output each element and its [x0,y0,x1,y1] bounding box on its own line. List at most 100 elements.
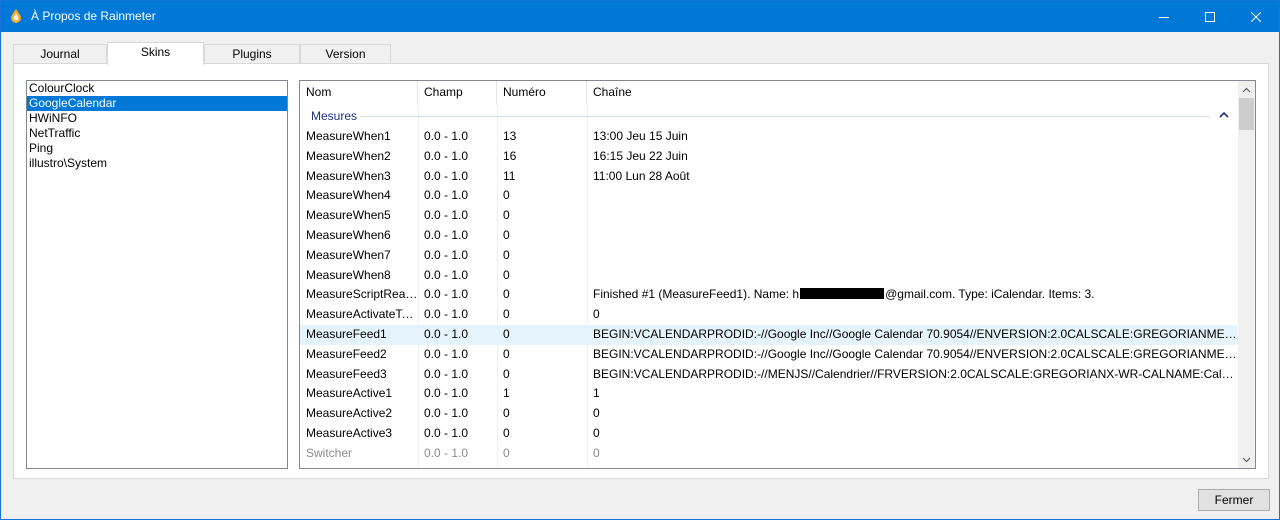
scrollbar-thumb[interactable] [1239,98,1254,130]
about-window: À Propos de Rainmeter Journal Skins Plug… [0,0,1280,520]
column-header-numero[interactable]: Numéro [497,81,587,105]
table-row[interactable]: Switcher 0.0 - 1.0 0 0 [300,444,1237,464]
table-row[interactable]: MeasureScriptRead... 0.0 - 1.0 0 Finished #… [300,285,1237,305]
minimize-icon [1159,16,1169,18]
tab-version[interactable]: Version [300,44,391,64]
window-title: À Propos de Rainmeter [31,9,156,23]
scroll-down-button[interactable] [1238,451,1255,468]
cell-numero: 0 [503,208,510,223]
cell-numero: 0 [503,326,510,341]
cell-chaine [587,206,1237,226]
table-row[interactable]: MeasureWhen7 0.0 - 1.0 0 [300,246,1237,266]
tab-journal[interactable]: Journal [13,44,107,64]
chevron-up-icon[interactable] [1218,109,1230,121]
column-header-chaine[interactable]: Chaîne [587,81,1237,105]
cell-nom: MeasureActive1 [306,386,393,401]
cell-numero: 0 [503,267,510,282]
cell-nom: MeasureFeed1 [306,326,387,341]
cell-champ: 0.0 - 1.0 [424,129,469,143]
maximize-icon [1205,11,1215,22]
cell-champ: 0.0 - 1.0 [424,366,469,381]
table-row[interactable]: MeasureWhen5 0.0 - 1.0 0 [300,206,1237,226]
cell-chaine: BEGIN:VCALENDARPRODID:-//MENJS//Calendri… [593,366,1237,381]
cell-champ: 0.0 - 1.0 [424,247,469,262]
cell-nom: MeasureActive3 [306,425,393,440]
cell-chaine: 0 [593,425,600,440]
measures-table[interactable]: Nom Champ Numéro Chaîne Mesures MeasureW… [299,80,1256,469]
cell-numero: 0 [503,406,510,421]
table-row[interactable]: MeasureWhen2 0.0 - 1.0 16 16:15 Jeu 22 Juin [300,147,1237,167]
column-header-champ[interactable]: Champ [418,81,497,105]
table-rows: MeasureWhen1 0.0 - 1.0 13 13:00 Jeu 15 Juin… [300,127,1237,464]
cell-chaine-prefix: Finished #1 (MeasureFeed1). Name: h [593,287,800,302]
close-button[interactable]: Fermer [1198,489,1270,511]
cell-champ: 0.0 - 1.0 [424,346,469,361]
cell-chaine: 16:15 Jeu 22 Juin [593,148,688,163]
chevron-up-icon [1242,87,1251,92]
cell-numero: 1 [503,386,510,401]
cell-champ: 0.0 - 1.0 [424,287,469,302]
title-bar: À Propos de Rainmeter [1,1,1279,32]
column-header-nom[interactable]: Nom [300,81,418,105]
group-header-mesures[interactable]: Mesures [300,105,1237,127]
group-divider [360,116,1210,117]
skin-item-selected[interactable]: GoogleCalendar [27,96,287,111]
table-row[interactable]: MeasureWhen4 0.0 - 1.0 0 [300,186,1237,206]
chevron-down-icon [1242,457,1251,462]
cell-champ: 0.0 - 1.0 [424,168,469,183]
table-row[interactable]: MeasureWhen8 0.0 - 1.0 0 [300,266,1237,286]
cell-champ: 0.0 - 1.0 [424,406,469,421]
vertical-scrollbar[interactable] [1238,81,1255,468]
table-row[interactable]: MeasureFeed1 0.0 - 1.0 0 BEGIN:VCALENDARPRO… [300,324,1237,345]
cell-chaine: 1 [593,386,600,401]
cell-champ: 0.0 - 1.0 [424,227,469,242]
cell-chaine: 0 [593,406,600,421]
cell-nom: MeasureWhen2 [306,148,391,163]
cell-chaine [587,226,1237,246]
cell-champ: 0.0 - 1.0 [424,425,469,440]
skin-item[interactable]: ColourClock [27,81,287,96]
skin-item[interactable]: HWiNFO [27,111,287,126]
cell-champ: 0.0 - 1.0 [424,326,469,341]
table-row[interactable]: MeasureWhen3 0.0 - 1.0 11 11:00 Lun 28 Août [300,167,1237,187]
cell-chaine [587,246,1237,266]
table-row[interactable]: MeasureFeed2 0.0 - 1.0 0 BEGIN:VCALENDARPRO… [300,345,1237,365]
table-row[interactable]: MeasureFeed3 0.0 - 1.0 0 BEGIN:VCALENDARPRO… [300,365,1237,385]
table-header: Nom Champ Numéro Chaîne [300,81,1237,105]
cell-chaine: 0 [593,307,600,322]
cell-champ: 0.0 - 1.0 [424,188,469,203]
table-row[interactable]: MeasureWhen6 0.0 - 1.0 0 [300,226,1237,246]
cell-nom: MeasureWhen6 [306,227,391,242]
rainmeter-drop-icon [11,9,21,23]
cell-nom: MeasureWhen7 [306,247,391,262]
scroll-up-button[interactable] [1238,81,1255,98]
table-row[interactable]: MeasureWhen1 0.0 - 1.0 13 13:00 Jeu 15 Juin [300,127,1237,147]
cell-numero: 0 [503,287,510,302]
skin-item[interactable]: NetTraffic [27,126,287,141]
cell-numero: 0 [503,445,510,460]
table-row[interactable]: MeasureActive2 0.0 - 1.0 0 0 [300,404,1237,424]
table-row[interactable]: MeasureActive1 0.0 - 1.0 1 1 [300,384,1237,404]
cell-nom: MeasureWhen4 [306,188,391,203]
table-row[interactable]: MeasureActive3 0.0 - 1.0 0 0 [300,424,1237,444]
group-label: Mesures [311,109,358,123]
tab-skins[interactable]: Skins [107,42,204,65]
cell-nom: MeasureWhen8 [306,267,391,282]
maximize-button[interactable] [1187,1,1233,32]
cell-chaine [587,186,1237,206]
close-window-button[interactable] [1233,1,1279,32]
tab-plugins[interactable]: Plugins [204,44,300,64]
skin-item[interactable]: Ping [27,141,287,156]
minimize-button[interactable] [1141,1,1187,32]
table-row[interactable]: MeasureActivateTa... 0.0 - 1.0 0 0 [300,305,1237,325]
cell-champ: 0.0 - 1.0 [424,267,469,282]
cell-numero: 0 [503,247,510,262]
cell-nom: MeasureWhen3 [306,168,391,183]
skin-item[interactable]: illustro\System [27,156,287,171]
cell-numero: 13 [503,129,517,143]
cell-numero: 16 [503,148,517,163]
skins-list[interactable]: ColourClock GoogleCalendar HWiNFO NetTra… [26,80,288,469]
cell-nom: MeasureActivateTa... [306,307,418,322]
cell-champ: 0.0 - 1.0 [424,386,469,401]
cell-champ: 0.0 - 1.0 [424,445,469,460]
